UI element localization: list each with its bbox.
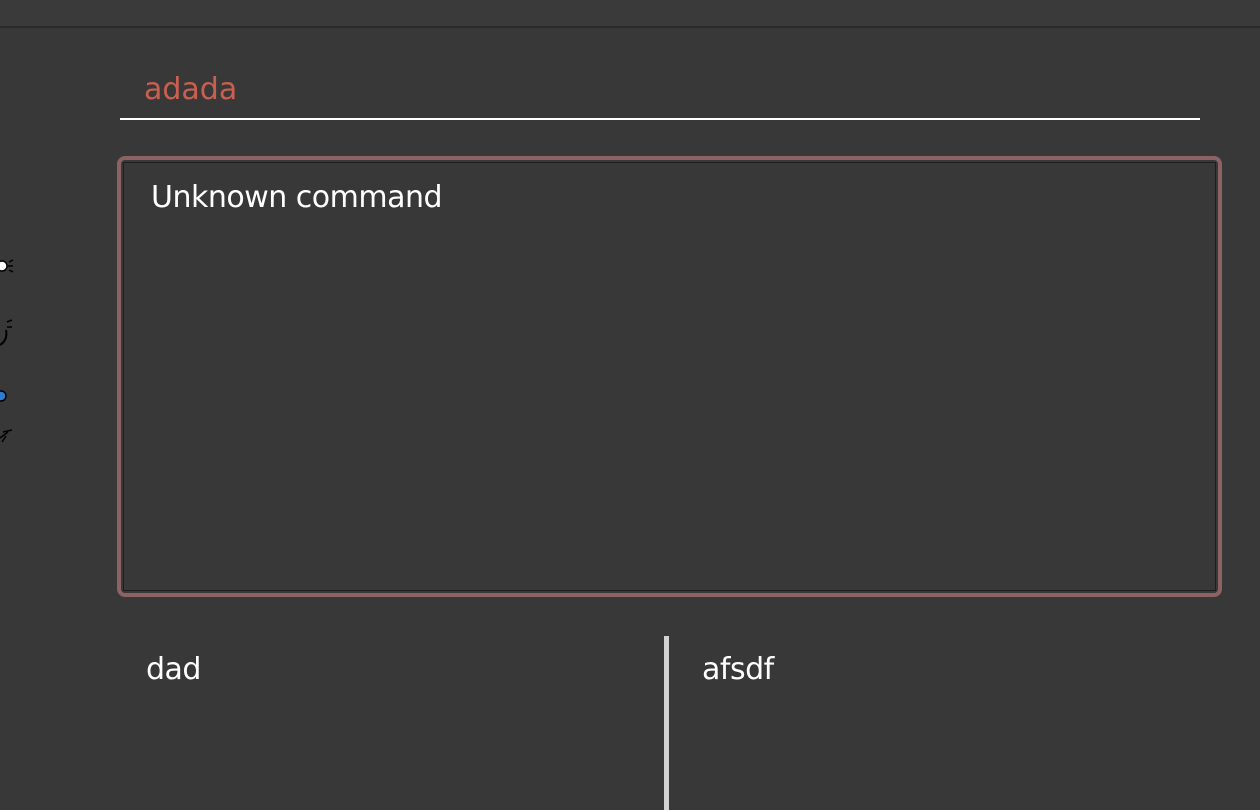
blue-dot-icon (0, 390, 7, 402)
right-list-item: afsdf (702, 652, 774, 687)
top-bar (0, 0, 1260, 28)
sparkle-icon (0, 319, 13, 346)
result-display-inner (123, 162, 1216, 591)
command-input[interactable] (120, 60, 1200, 120)
result-message: Unknown command (151, 180, 443, 215)
left-list-item: dad (146, 652, 201, 687)
left-list-panel[interactable]: dad (120, 636, 664, 810)
result-display: Unknown command (117, 156, 1222, 597)
spark-icon (0, 429, 13, 443)
left-decoration (0, 259, 14, 443)
sun-icon (0, 259, 14, 273)
right-list-panel[interactable]: afsdf (669, 636, 1260, 810)
